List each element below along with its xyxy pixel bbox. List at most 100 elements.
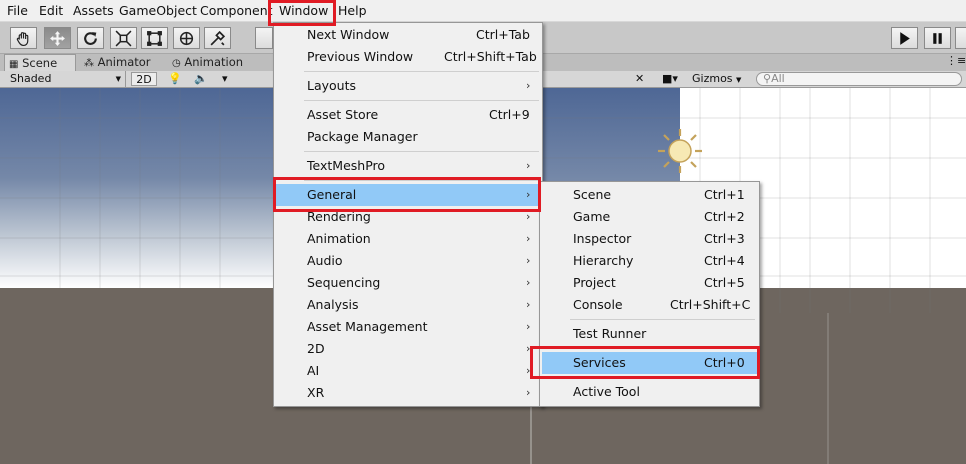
submenu-arrow-icon: › [526,276,531,289]
menu-item-label: Scene [573,187,612,202]
menu-item-label: Game [573,209,611,224]
move-arrows-icon [50,30,65,46]
tab-animation-label: Animation [184,55,244,69]
2d-toggle[interactable]: 2D [131,72,157,86]
audio-icon[interactable]: 🔈 [194,71,208,87]
menu-separator [570,319,755,320]
step-button[interactable] [955,27,966,49]
scene-tools-icon[interactable]: ✕ [635,71,644,87]
rect-tool-button[interactable] [141,27,168,49]
menu-item-2d[interactable]: 2D › [276,338,540,360]
menu-item-scene[interactable]: Scene Ctrl+1 [542,184,757,206]
menu-item-next-window[interactable]: Next Window Ctrl+Tab [276,24,540,46]
menu-item-project[interactable]: Project Ctrl+5 [542,272,757,294]
menu-item-asset-store[interactable]: Asset Store Ctrl+9 [276,104,540,126]
menu-item-label: AI [307,363,320,378]
menu-item-asset-management[interactable]: Asset Management › [276,316,540,338]
menu-item-label: Console [573,297,623,312]
play-icon [900,31,910,45]
menu-item-label: Next Window [307,27,390,42]
menu-item-xr[interactable]: XR › [276,382,540,404]
menu-item-label: Inspector [573,231,632,246]
tools-icon [210,30,226,45]
menu-separator [304,151,539,152]
search-input[interactable]: ⚲All [756,72,962,86]
menu-item-shortcut: Ctrl+1 [704,187,745,202]
menu-item-console[interactable]: Console Ctrl+Shift+C [542,294,757,316]
menu-item-audio[interactable]: Audio › [276,250,540,272]
pivot-toggle[interactable] [255,27,273,49]
effects-icon[interactable]: ▾ [222,71,228,87]
menu-item-test-runner[interactable]: Test Runner [542,323,757,345]
menu-item-hierarchy[interactable]: Hierarchy Ctrl+4 [542,250,757,272]
tab-scene[interactable]: ▦ Scene [4,54,76,71]
general-item-callout [273,177,541,212]
shading-mode-dropdown[interactable]: Shaded ▼ [2,71,126,87]
scale-icon [115,30,132,46]
menu-edit[interactable]: Edit [39,0,63,22]
services-item-callout [530,346,760,379]
submenu-arrow-icon: › [526,320,531,333]
menu-item-inspector[interactable]: Inspector Ctrl+3 [542,228,757,250]
menu-separator [304,71,539,72]
menu-item-animation[interactable]: Animation › [276,228,540,250]
clock-icon: ◷ [172,58,181,69]
custom-tool-button[interactable] [204,27,231,49]
rotate-tool-button[interactable] [77,27,104,49]
move-tool-button[interactable] [44,27,71,49]
menu-item-package-manager[interactable]: Package Manager [276,126,540,148]
animator-tab-icon: ⁂ [84,58,94,69]
submenu-arrow-icon: › [526,79,531,92]
menu-item-ai[interactable]: AI › [276,360,540,382]
submenu-arrow-icon: › [526,232,531,245]
sun-light-icon[interactable] [658,129,702,173]
menu-component[interactable]: Component [200,0,273,22]
rect-icon [147,30,162,46]
menu-item-layouts[interactable]: Layouts › [276,75,540,97]
menu-separator [304,100,539,101]
menu-help[interactable]: Help [338,0,367,22]
menu-file[interactable]: File [7,0,28,22]
menu-item-analysis[interactable]: Analysis › [276,294,540,316]
play-button[interactable] [891,27,918,49]
menu-item-game[interactable]: Game Ctrl+2 [542,206,757,228]
gizmos-dropdown[interactable]: Gizmos ▼ [692,71,741,87]
menu-item-label: Package Manager [307,129,418,144]
menu-item-label: Active Tool [573,384,640,399]
transform-icon [179,31,194,45]
2d-toggle-label: 2D [136,73,152,86]
tab-menu-icon[interactable]: ⋮≡ [946,54,966,67]
camera-icon[interactable]: ■▾ [662,71,678,87]
menu-item-label: Layouts [307,78,357,93]
menu-item-textmeshpro[interactable]: TextMeshPro › [276,155,540,177]
transform-tool-button[interactable] [173,27,200,49]
menu-item-label: Analysis [307,297,359,312]
menu-item-shortcut: Ctrl+9 [489,107,530,122]
submenu-arrow-icon: › [526,159,531,172]
hand-icon [16,31,29,46]
scale-tool-button[interactable] [110,27,137,49]
tab-animator[interactable]: ⁂ Animator [80,54,165,71]
tab-scene-label: Scene [22,56,58,70]
menu-item-previous-window[interactable]: Previous Window Ctrl+Shift+Tab [276,46,540,68]
menu-item-label: Sequencing [307,275,381,290]
submenu-arrow-icon: › [526,298,531,311]
menu-item-active-tool[interactable]: Active Tool [542,381,757,403]
hand-tool-button[interactable] [10,27,37,49]
menu-assets[interactable]: Assets [73,0,114,22]
menu-item-shortcut: Ctrl+Tab [476,27,530,42]
lighting-icon[interactable]: 💡 [168,71,182,87]
window-menu-callout [268,0,336,26]
pause-button[interactable] [924,27,951,49]
tab-animator-label: Animator [97,55,151,69]
menu-item-label: Previous Window [307,49,414,64]
pause-icon [933,32,942,44]
menu-item-sequencing[interactable]: Sequencing › [276,272,540,294]
menu-item-label: Test Runner [573,326,647,341]
shading-mode-value: Shaded [10,72,52,85]
menu-item-shortcut: Ctrl+4 [704,253,745,268]
menu-item-label: Asset Store [307,107,379,122]
tab-animation[interactable]: ◷ Animation [168,54,268,71]
menu-item-shortcut: Ctrl+5 [704,275,745,290]
menu-gameobject[interactable]: GameObject [119,0,197,22]
